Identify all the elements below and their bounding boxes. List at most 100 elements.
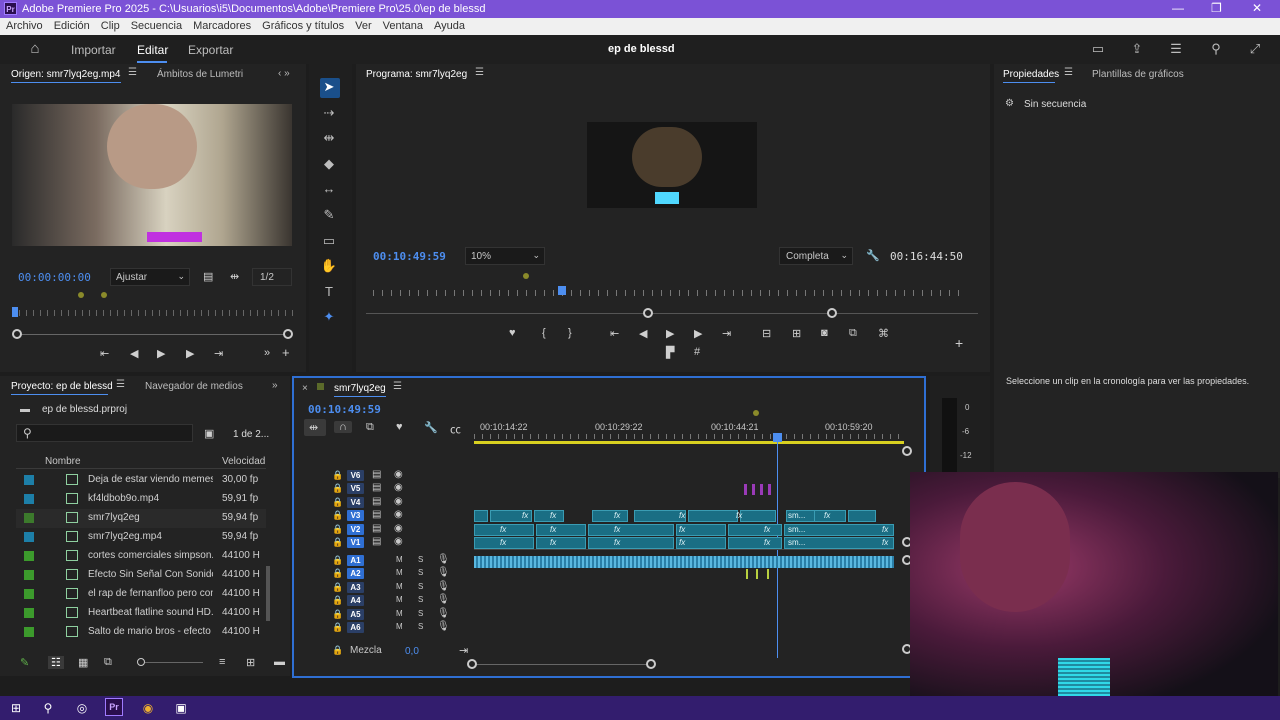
resolution-dropdown[interactable]: 1/2 xyxy=(252,268,292,286)
source-menu-icon[interactable]: ☰ xyxy=(128,67,137,78)
track-select-tool-icon[interactable]: ⇢ xyxy=(320,104,338,122)
lift-icon[interactable]: ⊟ xyxy=(762,327,771,340)
more-controls-icon[interactable]: » xyxy=(264,347,270,359)
nest-icon[interactable]: ⇹ xyxy=(309,421,318,434)
timeline-h-scrollbar[interactable] xyxy=(472,664,652,665)
ripple-edit-tool-icon[interactable]: ⇹ xyxy=(320,129,338,147)
video-clip[interactable] xyxy=(848,510,876,522)
step-forward-icon[interactable]: ▶ xyxy=(694,327,702,340)
scroll-handle-right[interactable] xyxy=(827,308,837,318)
lock-icon[interactable]: 🔒 xyxy=(332,582,343,593)
mute-button[interactable]: M xyxy=(396,595,403,604)
menu-edicion[interactable]: Edición xyxy=(48,18,95,32)
track-label[interactable]: V6 xyxy=(347,470,364,481)
mute-button[interactable]: M xyxy=(396,582,403,591)
list-view-icon[interactable]: ☷ xyxy=(48,656,64,669)
panel-expand-icon[interactable]: » xyxy=(272,380,278,391)
add-button-icon[interactable]: + xyxy=(282,345,290,360)
lock-icon[interactable]: 🔒 xyxy=(332,483,343,494)
panel-layout-icon[interactable]: ▭ xyxy=(1090,42,1106,56)
mute-button[interactable]: M xyxy=(396,568,403,577)
tab-media-browser[interactable]: Navegador de medios xyxy=(145,381,243,392)
list-item[interactable]: el rap de fernanfloo pero con 44100 H xyxy=(16,585,266,604)
project-search-input[interactable]: ⚲ xyxy=(16,424,193,442)
track-label[interactable]: A4 xyxy=(347,595,364,606)
track-label[interactable]: V1 xyxy=(347,537,364,548)
step-back-icon[interactable]: ◀ xyxy=(639,327,647,340)
tab-exportar[interactable]: Exportar xyxy=(188,43,233,57)
sync-lock-icon[interactable]: ▤ xyxy=(372,469,381,480)
close-icon[interactable]: ✕ xyxy=(1252,1,1262,15)
solo-button[interactable]: S xyxy=(418,582,423,591)
color-label-swatch[interactable] xyxy=(24,608,34,618)
zoom-dropdown[interactable]: 10% ⌄ xyxy=(465,247,545,265)
color-label-swatch[interactable] xyxy=(24,570,34,580)
scroll-handle-left[interactable] xyxy=(643,308,653,318)
add-button-icon[interactable]: + xyxy=(955,335,963,351)
wrench-icon[interactable]: 🔧 xyxy=(866,249,880,262)
video-clip[interactable] xyxy=(534,510,564,522)
solo-button[interactable]: S xyxy=(418,622,423,631)
minimize-icon[interactable]: — xyxy=(1172,1,1184,15)
home-icon[interactable]: ⌂ xyxy=(27,41,43,56)
track-label[interactable]: A2 xyxy=(347,568,364,579)
lock-icon[interactable]: 🔒 xyxy=(332,537,343,548)
menu-ventana[interactable]: Ventana xyxy=(377,18,428,32)
track-label[interactable]: V4 xyxy=(347,497,364,508)
properties-menu-icon[interactable]: ☰ xyxy=(1064,67,1073,78)
mute-button[interactable]: M xyxy=(396,555,403,564)
project-scrollbar[interactable] xyxy=(266,566,270,621)
scroll-handle-left[interactable] xyxy=(467,659,477,669)
solo-button[interactable]: S xyxy=(418,568,423,577)
video-clip[interactable] xyxy=(474,510,488,522)
solo-button[interactable]: S xyxy=(418,555,423,564)
sync-lock-icon[interactable]: ▤ xyxy=(372,496,381,507)
windows-start-icon[interactable]: ⊞ xyxy=(6,698,26,718)
video-clip[interactable] xyxy=(728,537,782,549)
program-title[interactable]: Programa: smr7lyq2eg xyxy=(366,69,467,80)
microphone-icon[interactable]: 🎙 xyxy=(437,567,450,578)
fit-dropdown[interactable]: Ajustar ⌄ xyxy=(110,268,190,286)
play-icon[interactable]: ▶ xyxy=(666,327,674,340)
lock-icon[interactable]: 🔒 xyxy=(332,524,343,535)
mute-button[interactable]: M xyxy=(396,609,403,618)
work-area-bar[interactable] xyxy=(474,441,904,444)
graphic-clip[interactable] xyxy=(768,484,771,495)
sync-lock-icon[interactable]: ▤ xyxy=(372,536,381,547)
chrome-icon[interactable]: ◉ xyxy=(138,698,158,718)
menu-secuencia[interactable]: Secuencia xyxy=(125,18,187,32)
lock-icon[interactable]: 🔒 xyxy=(332,622,343,633)
audio-clip[interactable] xyxy=(756,569,758,579)
timeline-timecode[interactable]: 00:10:49:59 xyxy=(308,403,381,416)
video-clip[interactable] xyxy=(536,524,586,536)
scroll-handle-top[interactable] xyxy=(902,446,912,456)
color-label-swatch[interactable] xyxy=(24,627,34,637)
mix-value[interactable]: 0,0 xyxy=(405,646,419,657)
zoom-slider-track[interactable] xyxy=(145,662,203,663)
sort-icon[interactable]: ≡ xyxy=(219,656,225,668)
video-clip[interactable] xyxy=(536,537,586,549)
snap-icon[interactable]: ∩ xyxy=(334,421,352,433)
frame-back-icon[interactable]: ◀ xyxy=(130,347,138,360)
lock-icon[interactable]: 🔒 xyxy=(332,595,343,606)
proxy-toggle-icon[interactable]: ▛ xyxy=(666,346,674,359)
eye-icon[interactable]: ◉ xyxy=(394,469,403,480)
audio-clip[interactable] xyxy=(474,556,894,568)
graphic-clip[interactable] xyxy=(760,484,763,495)
lock-icon[interactable]: 🔒 xyxy=(332,497,343,508)
track-label[interactable]: V3 xyxy=(347,510,364,521)
eye-icon[interactable]: ◉ xyxy=(394,509,403,520)
track-label[interactable]: A5 xyxy=(347,609,364,620)
tab-editar[interactable]: Editar xyxy=(137,43,168,57)
track-label[interactable]: A6 xyxy=(347,622,364,633)
go-to-in-icon[interactable]: ⇤ xyxy=(610,327,619,340)
wrench-icon[interactable]: 🔧 xyxy=(424,421,438,434)
quality-dropdown[interactable]: Completa ⌄ xyxy=(779,247,853,265)
new-item-icon[interactable]: ▬ xyxy=(274,656,285,668)
mark-out-icon[interactable]: } xyxy=(568,327,572,339)
color-label-swatch[interactable] xyxy=(24,551,34,561)
fullscreen-icon[interactable]: ⤢ xyxy=(1247,42,1263,56)
linked-selection-icon[interactable]: ⧉ xyxy=(366,421,374,434)
program-ruler[interactable] xyxy=(373,290,967,296)
track-label[interactable]: A1 xyxy=(347,555,364,566)
